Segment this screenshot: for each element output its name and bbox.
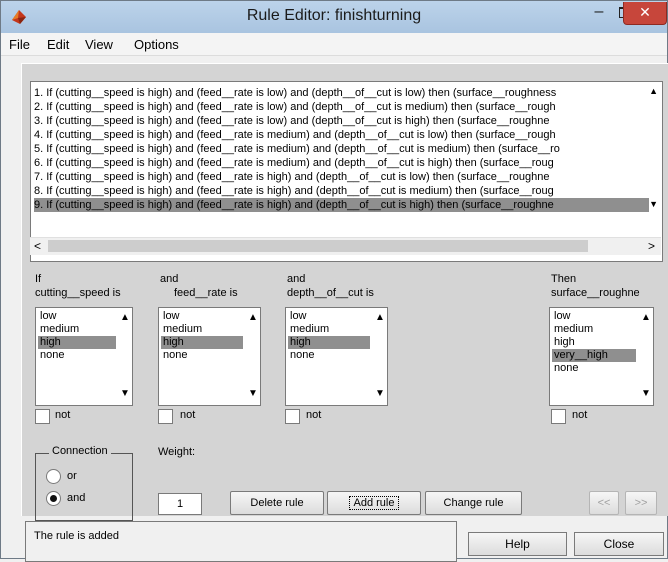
weight-label: Weight: <box>158 446 196 458</box>
scroll-up-arrow-icon[interactable]: ▲ <box>248 312 258 323</box>
scrollbar-thumb[interactable] <box>48 240 588 252</box>
or-label: or <box>67 470 77 482</box>
menu-bar: File Edit View Options <box>1 33 667 56</box>
and-label: and <box>67 492 86 504</box>
close-window-button[interactable]: ✕ <box>623 2 667 25</box>
scroll-up-arrow-icon[interactable]: ▲ <box>641 312 651 323</box>
rule-item[interactable]: 6. If (cutting__speed is high) and (feed… <box>34 156 649 170</box>
feed-rate-list[interactable]: low medium high none ▲ ▼ <box>158 307 261 406</box>
rule-item[interactable]: 4. If (cutting__speed is high) and (feed… <box>34 128 649 142</box>
radio-selected-dot <box>50 495 57 502</box>
menu-file[interactable]: File <box>9 37 30 52</box>
list-item[interactable]: high <box>552 336 636 349</box>
list-item[interactable]: none <box>288 349 370 362</box>
if-label: If <box>35 273 42 285</box>
depth-of-cut-list[interactable]: low medium high none ▲ ▼ <box>285 307 388 406</box>
rule-item[interactable]: 3. If (cutting__speed is high) and (feed… <box>34 114 649 128</box>
cutting-speed-list[interactable]: low medium high none ▲ ▼ <box>35 307 133 406</box>
list-item-selected[interactable]: very__high <box>552 349 636 362</box>
window-title: Rule Editor: finishturning <box>246 7 422 24</box>
not-checkbox-2[interactable] <box>158 409 173 424</box>
not-checkbox-1[interactable] <box>35 409 50 424</box>
add-rule-label: Add rule <box>348 496 400 510</box>
menu-options[interactable]: Options <box>134 37 179 52</box>
list-item[interactable]: low <box>552 310 636 323</box>
list-item[interactable]: low <box>288 310 370 323</box>
then-label: Then <box>551 273 577 285</box>
feed-rate-label: feed__rate is <box>174 287 238 299</box>
list-item[interactable]: medium <box>288 323 370 336</box>
and-radio[interactable] <box>46 491 61 506</box>
list-item-selected[interactable]: high <box>288 336 370 349</box>
not-label: not <box>180 409 196 421</box>
close-button[interactable]: Close <box>574 532 664 556</box>
connection-label: Connection <box>49 445 111 457</box>
list-item[interactable]: low <box>38 310 116 323</box>
rule-item[interactable]: 5. If (cutting__speed is high) and (feed… <box>34 142 649 156</box>
rules-list[interactable]: 1. If (cutting__speed is high) and (feed… <box>30 81 663 262</box>
not-label: not <box>572 409 588 421</box>
not-checkbox-4[interactable] <box>551 409 566 424</box>
prev-button[interactable]: << <box>589 491 619 515</box>
list-item-selected[interactable]: high <box>38 336 116 349</box>
list-item-selected[interactable]: high <box>161 336 243 349</box>
title-bar: Rule Editor: finishturning – ✕ <box>1 1 667 33</box>
or-radio[interactable] <box>46 469 61 484</box>
not-label: not <box>306 409 322 421</box>
rule-item[interactable]: 8. If (cutting__speed is high) and (feed… <box>34 184 649 198</box>
and-label-1: and <box>160 273 179 285</box>
add-rule-button[interactable]: Add rule <box>327 491 421 515</box>
scroll-down-arrow-icon[interactable]: ▼ <box>375 388 385 399</box>
list-item[interactable]: none <box>552 362 636 375</box>
horizontal-scrollbar[interactable]: < > <box>30 237 661 255</box>
list-item[interactable]: low <box>161 310 243 323</box>
status-text: The rule is added <box>34 530 119 542</box>
surface-roughness-label: surface__roughne <box>551 287 640 299</box>
delete-rule-button[interactable]: Delete rule <box>230 491 324 515</box>
weight-input[interactable]: 1 <box>158 493 202 515</box>
scroll-right-arrow-icon[interactable]: > <box>648 238 655 255</box>
scroll-down-arrow-icon[interactable]: ▼ <box>120 388 130 399</box>
help-button[interactable]: Help <box>468 532 567 556</box>
list-item[interactable]: none <box>161 349 243 362</box>
scroll-up-arrow-icon[interactable]: ▲ <box>649 86 658 96</box>
menu-view[interactable]: View <box>85 37 113 52</box>
menu-edit[interactable]: Edit <box>47 37 69 52</box>
list-item[interactable]: medium <box>161 323 243 336</box>
scroll-up-arrow-icon[interactable]: ▲ <box>120 312 130 323</box>
not-checkbox-3[interactable] <box>285 409 300 424</box>
scroll-left-arrow-icon[interactable]: < <box>34 238 41 255</box>
cutting-speed-label: cutting__speed is <box>35 287 121 299</box>
surface-roughness-list[interactable]: low medium high very__high none ▲ ▼ <box>549 307 654 406</box>
status-box: The rule is added <box>25 521 457 562</box>
and-label-2: and <box>287 273 306 285</box>
not-label: not <box>55 409 71 421</box>
minimize-button[interactable]: – <box>586 2 612 24</box>
connection-group <box>35 453 133 521</box>
scroll-up-arrow-icon[interactable]: ▲ <box>375 312 385 323</box>
list-item[interactable]: medium <box>552 323 636 336</box>
change-rule-button[interactable]: Change rule <box>425 491 522 515</box>
rule-item[interactable]: 7. If (cutting__speed is high) and (feed… <box>34 170 649 184</box>
list-item[interactable]: none <box>38 349 116 362</box>
list-item[interactable]: medium <box>38 323 116 336</box>
depth-of-cut-label: depth__of__cut is <box>287 287 374 299</box>
scroll-down-arrow-icon[interactable]: ▼ <box>641 388 651 399</box>
next-button[interactable]: >> <box>625 491 657 515</box>
rule-item[interactable]: 1. If (cutting__speed is high) and (feed… <box>34 86 649 100</box>
scroll-down-arrow-icon[interactable]: ▼ <box>248 388 258 399</box>
scroll-down-arrow-icon[interactable]: ▼ <box>649 199 658 209</box>
rule-item[interactable]: 2. If (cutting__speed is high) and (feed… <box>34 100 649 114</box>
rule-editor-window: Rule Editor: finishturning – ✕ File Edit… <box>0 0 668 562</box>
rule-item-selected[interactable]: 9. If (cutting__speed is high) and (feed… <box>34 198 649 212</box>
